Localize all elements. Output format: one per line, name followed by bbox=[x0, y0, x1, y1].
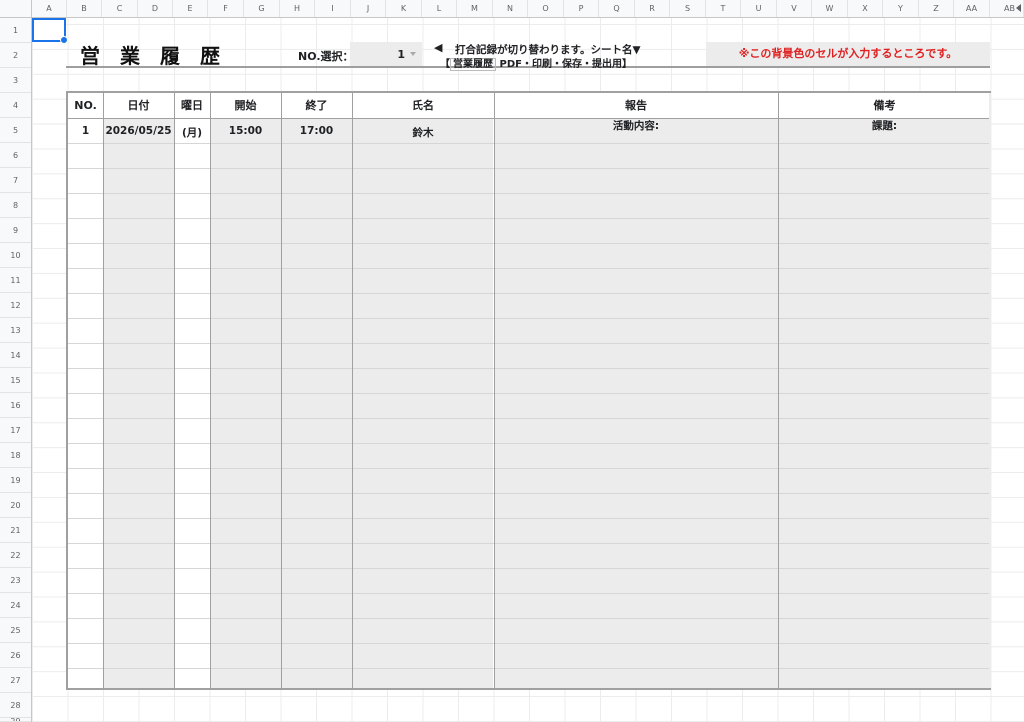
row-header-13[interactable]: 13 bbox=[0, 318, 31, 343]
row1-start[interactable]: 15:00 bbox=[210, 125, 281, 137]
input-hint: ※この背景色のセルが入力するところです。 bbox=[706, 42, 990, 66]
header-weekday[interactable]: 曜日 bbox=[174, 93, 210, 118]
row-header-18[interactable]: 18 bbox=[0, 443, 31, 468]
column-header-bar: A B C D E F G H I J K L M N O P Q R S T … bbox=[0, 0, 1024, 18]
column-header-t[interactable]: T bbox=[706, 0, 741, 17]
row-header-10[interactable]: 10 bbox=[0, 243, 31, 268]
row-header-8[interactable]: 8 bbox=[0, 193, 31, 218]
table-header-row: NO. 日付 曜日 開始 終了 氏名 報告 備考 bbox=[68, 93, 989, 119]
header-end[interactable]: 終了 bbox=[281, 93, 352, 118]
header-date[interactable]: 日付 bbox=[103, 93, 174, 118]
column-header-k[interactable]: K bbox=[386, 0, 422, 17]
row1-report[interactable]: 活動内容: bbox=[494, 118, 778, 133]
chevron-down-icon[interactable] bbox=[410, 52, 416, 56]
row-header-3[interactable]: 3 bbox=[0, 68, 31, 93]
row-header-17[interactable]: 17 bbox=[0, 418, 31, 443]
row-header-4[interactable]: 4 bbox=[0, 93, 31, 118]
note-line-2: 【営業履歴 PDF・印刷・保存・提出用】 bbox=[440, 55, 632, 71]
row-header-12[interactable]: 12 bbox=[0, 293, 31, 318]
col-report-remarks-body[interactable] bbox=[494, 93, 991, 688]
row-header-1[interactable]: 1 bbox=[0, 18, 31, 43]
column-header-l[interactable]: L bbox=[422, 0, 457, 17]
history-table[interactable]: NO. 日付 曜日 開始 終了 氏名 報告 備考 1 2026/05/25 (月… bbox=[66, 91, 991, 690]
column-header-u[interactable]: U bbox=[741, 0, 777, 17]
column-header-z[interactable]: Z bbox=[919, 0, 954, 17]
column-header-e[interactable]: E bbox=[173, 0, 208, 17]
column-header-g[interactable]: G bbox=[244, 0, 280, 17]
row-header-15[interactable]: 15 bbox=[0, 368, 31, 393]
header-start[interactable]: 開始 bbox=[210, 93, 281, 118]
row-header-26[interactable]: 26 bbox=[0, 643, 31, 668]
header-name[interactable]: 氏名 bbox=[352, 93, 494, 118]
column-header-i[interactable]: I bbox=[315, 0, 351, 17]
column-header-n[interactable]: N bbox=[493, 0, 528, 17]
header-report[interactable]: 報告 bbox=[494, 93, 778, 118]
column-header-s[interactable]: S bbox=[670, 0, 706, 17]
column-header-x[interactable]: X bbox=[848, 0, 883, 17]
row-header-24[interactable]: 24 bbox=[0, 593, 31, 618]
row-header-19[interactable]: 19 bbox=[0, 468, 31, 493]
row-header-11[interactable]: 11 bbox=[0, 268, 31, 293]
column-header-w[interactable]: W bbox=[812, 0, 848, 17]
row-header-22[interactable]: 22 bbox=[0, 543, 31, 568]
row-header-9[interactable]: 9 bbox=[0, 218, 31, 243]
col-date-body[interactable] bbox=[103, 93, 174, 688]
column-header-j[interactable]: J bbox=[351, 0, 386, 17]
header-remarks[interactable]: 備考 bbox=[778, 93, 991, 118]
note-sheet-name: 営業履歴 bbox=[450, 58, 496, 71]
column-header-p[interactable]: P bbox=[564, 0, 599, 17]
header-no[interactable]: NO. bbox=[68, 93, 103, 118]
row-header-29[interactable]: 29 bbox=[0, 718, 31, 722]
column-header-a[interactable]: A bbox=[32, 0, 67, 17]
column-header-aa[interactable]: AA bbox=[954, 0, 990, 17]
no-select-label: NO.選択： bbox=[298, 50, 354, 63]
no-select-dropdown[interactable]: 1 bbox=[350, 42, 422, 66]
column-header-h[interactable]: H bbox=[280, 0, 315, 17]
select-all-corner[interactable] bbox=[0, 0, 32, 17]
column-header-y[interactable]: Y bbox=[883, 0, 919, 17]
row-header-2[interactable]: 2 bbox=[0, 43, 31, 68]
row-header-20[interactable]: 20 bbox=[0, 493, 31, 518]
row1-weekday[interactable]: (月) bbox=[174, 125, 210, 140]
active-cell-a1[interactable] bbox=[32, 18, 68, 44]
no-select-value: 1 bbox=[397, 48, 405, 61]
column-header-r[interactable]: R bbox=[635, 0, 670, 17]
row-header-23[interactable]: 23 bbox=[0, 568, 31, 593]
row-header-6[interactable]: 6 bbox=[0, 143, 31, 168]
column-header-c[interactable]: C bbox=[102, 0, 138, 17]
sheet-title: 営業履歴 bbox=[80, 44, 240, 68]
row-header-5[interactable]: 5 bbox=[0, 118, 31, 143]
column-header-m[interactable]: M bbox=[457, 0, 493, 17]
column-header-o[interactable]: O bbox=[528, 0, 564, 17]
note-bracket-open: 【 bbox=[440, 59, 450, 70]
column-header-d[interactable]: D bbox=[138, 0, 173, 17]
note-rest: PDF・印刷・保存・提出用】 bbox=[499, 59, 632, 70]
arrow-left-icon: ◀ bbox=[434, 41, 443, 54]
row-header-7[interactable]: 7 bbox=[0, 168, 31, 193]
row1-remarks[interactable]: 課題: bbox=[778, 118, 991, 133]
row-header-bar: 1 2 3 4 5 6 7 8 9 10 11 12 13 14 15 16 1… bbox=[0, 18, 32, 722]
row-header-21[interactable]: 21 bbox=[0, 518, 31, 543]
column-header-b[interactable]: B bbox=[67, 0, 102, 17]
row-header-16[interactable]: 16 bbox=[0, 393, 31, 418]
row-header-25[interactable]: 25 bbox=[0, 618, 31, 643]
scroll-left-icon[interactable] bbox=[1016, 4, 1021, 12]
column-header-f[interactable]: F bbox=[208, 0, 244, 17]
column-header-v[interactable]: V bbox=[777, 0, 812, 17]
row-header-27[interactable]: 27 bbox=[0, 668, 31, 693]
row1-no[interactable]: 1 bbox=[68, 125, 103, 137]
row1-end[interactable]: 17:00 bbox=[281, 125, 352, 137]
row1-name[interactable]: 鈴木 bbox=[352, 125, 494, 140]
row-header-28[interactable]: 28 bbox=[0, 693, 31, 718]
column-header-q[interactable]: Q bbox=[599, 0, 635, 17]
row-header-14[interactable]: 14 bbox=[0, 343, 31, 368]
fill-handle[interactable] bbox=[60, 36, 68, 44]
row1-date[interactable]: 2026/05/25 bbox=[103, 125, 174, 137]
